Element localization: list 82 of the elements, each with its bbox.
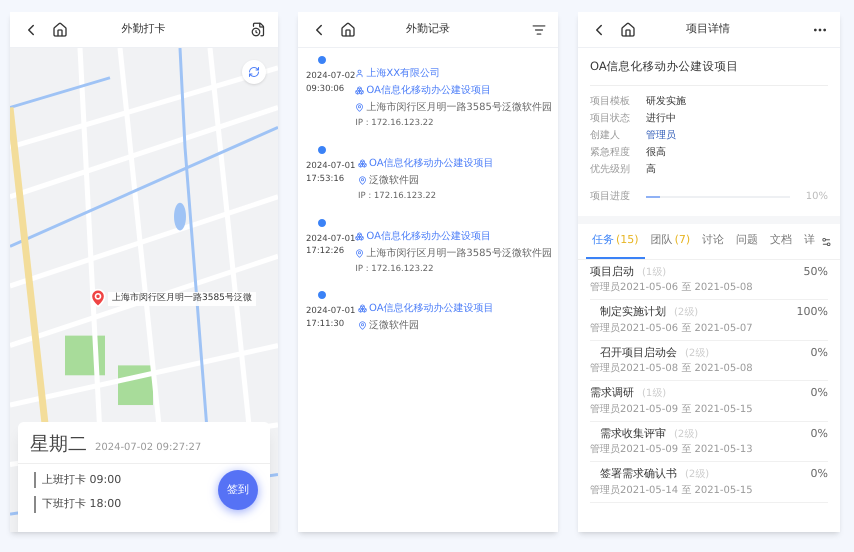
page-title: 外勤打卡 [120,21,166,38]
project-link[interactable]: OA信息化移动办公建设项目 [369,156,494,171]
field-label: 紧急程度 [590,146,631,160]
page-title: 外勤记录 [405,21,451,38]
project-link[interactable]: OA信息化移动办公建设项目 [366,228,491,244]
company-link[interactable]: 上海XX有限公司 [366,66,440,81]
task-meta: 管理员2021-05-06 至 2021-05-08 [590,281,754,296]
home-icon[interactable] [340,22,356,38]
weekday-text: 星期二 [30,432,87,457]
task-meta: 管理员2021-05-08 至 2021-05-08 [590,362,754,376]
project-name: OA信息化移动办公建设项目 [590,48,828,86]
task-name[interactable]: 制定实施计划 [600,304,666,321]
field-value: 高 [646,162,656,178]
record-time: 17:12:26 [306,245,346,258]
task-name[interactable]: 召开项目启动会 [600,344,677,362]
task-name[interactable]: 项目启动 [590,264,634,280]
home-icon[interactable] [52,22,68,38]
record-date: 2024-07-01 [306,232,356,246]
tab[interactable]: 文档 [764,224,798,259]
field-value: 很高 [646,146,666,160]
field-value: 研发实施 [646,94,686,110]
location-icon [355,103,364,112]
task-meta: 管理员2021-05-06 至 2021-05-07 [590,322,754,336]
home-icon[interactable] [620,22,636,38]
record-date: 2024-07-02 [306,70,356,83]
task-percent: 0% [810,426,828,442]
task-percent: 0% [810,466,828,482]
ip-text: IP : 172.16.123.22 [355,262,434,276]
location-text: 泛微软件园 [369,174,419,188]
task-percent: 0% [810,344,828,361]
record-icon[interactable] [251,22,266,37]
task-percent: 0% [810,385,828,402]
tab[interactable]: 讨论 [696,224,730,259]
location-text: 上海市闵行区月明一路3585号泛微软件园 [366,100,552,115]
record-time: 17:53:16 [306,172,346,186]
shift-label: 上班打卡 09:00 [34,472,184,488]
progress-reading: 10% [806,190,828,204]
project-icon [358,304,367,314]
project-icon [355,86,364,95]
location-label: 上海市闵行区月明一路3585号泛微 [108,292,256,306]
task-name[interactable]: 需求调研 [590,385,634,402]
project-icon [358,158,367,168]
task-meta: 管理员2021-05-09 至 2021-05-13 [590,443,754,458]
project-link[interactable]: OA信息化移动办公建设项目 [369,301,494,316]
checkin-button[interactable]: 签到 [218,470,258,510]
location-icon [358,321,367,330]
task-percent: 50% [804,264,828,280]
field-value: 进行中 [646,112,676,126]
page-title: 项目详情 [685,21,731,38]
ip-text: IP : 172.16.123.22 [355,117,434,130]
datetime-text: 2024-07-02 09:27:27 [95,441,202,455]
ip-text: IP : 172.16.123.22 [358,190,438,202]
field-value[interactable]: 管理员 [646,128,676,144]
location-icon [358,176,367,185]
record-time: 09:30:06 [306,82,346,96]
project-icon [355,232,364,240]
field-label: 创建人 [590,128,621,144]
person-icon [355,69,364,78]
tab-settings-icon[interactable] [821,236,832,248]
location-text: 泛微软件园 [369,319,419,334]
field-label: 项目模板 [590,94,631,110]
shift-label: 下班打卡 18:00 [34,496,184,512]
record-time: 17:11:30 [306,318,346,331]
project-link[interactable]: OA信息化移动办公建设项目 [366,83,491,98]
location-text: 上海市闵行区月明一路3585号泛微软件园 [366,246,552,260]
record-date: 2024-07-01 [306,160,356,172]
task-meta: 管理员2021-05-09 至 2021-05-15 [590,402,754,417]
task-percent: 100% [796,304,828,320]
tab[interactable]: 团队 (7) [644,224,696,259]
tab[interactable]: 问题 [730,224,764,259]
task-name[interactable]: 签署需求确认书 [600,466,677,483]
task-meta: 管理员2021-05-14 至 2021-05-15 [590,484,754,498]
location-icon [355,248,364,258]
tab[interactable]: 详 [798,224,822,259]
progress-label: 项目进度 [590,190,631,204]
record-date: 2024-07-01 [306,305,356,318]
refresh-icon [248,66,260,78]
field-label: 优先级别 [590,162,631,178]
field-label: 项目状态 [590,112,631,126]
filter-icon[interactable] [532,22,546,36]
tab[interactable]: 任务 (15) [586,224,645,259]
task-name[interactable]: 需求收集评审 [600,426,666,442]
